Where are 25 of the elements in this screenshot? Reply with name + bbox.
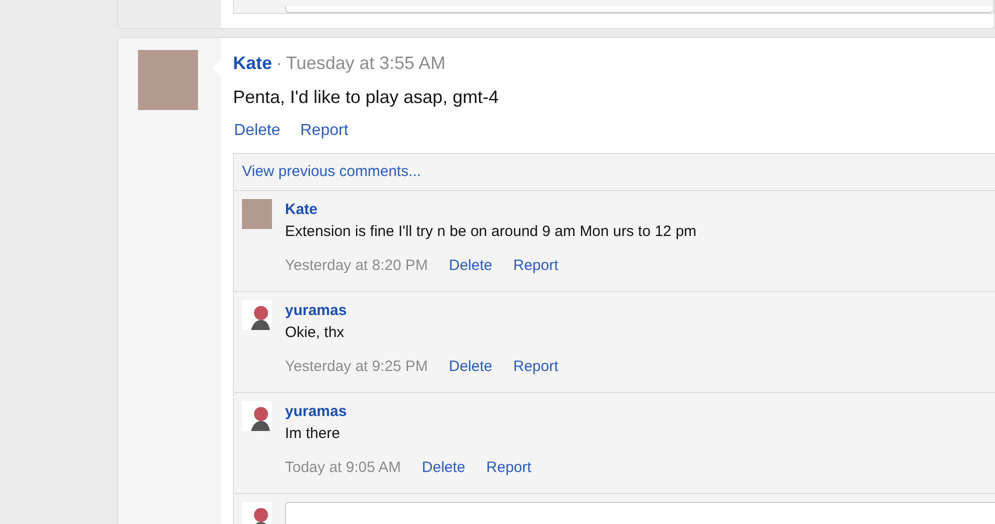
delete-link[interactable]: Delete bbox=[234, 120, 280, 142]
comment-time: Yesterday at 8:20 PM bbox=[285, 256, 428, 276]
comment-author[interactable]: Kate bbox=[285, 199, 696, 221]
comment-text: Extension is fine I'll try n be on around 9 am Mon urs to 12 pm bbox=[285, 222, 696, 242]
input-field[interactable] bbox=[285, 6, 993, 13]
comment-author[interactable]: yuramas bbox=[285, 300, 558, 322]
avatar[interactable] bbox=[242, 401, 272, 431]
report-link[interactable]: Report bbox=[300, 120, 348, 142]
avatar[interactable] bbox=[242, 300, 272, 330]
report-link[interactable]: Report bbox=[486, 457, 532, 479]
comment-time: Yesterday at 9:25 PM bbox=[285, 357, 428, 377]
delete-link[interactable]: Delete bbox=[448, 255, 492, 277]
report-link[interactable]: Report bbox=[513, 356, 558, 378]
comment-author[interactable]: yuramas bbox=[285, 401, 532, 423]
comment-text: Im there bbox=[285, 424, 342, 444]
comment-time: Today at 9:05 AM bbox=[285, 458, 401, 478]
delete-link[interactable]: Delete bbox=[448, 356, 492, 378]
view-previous-link[interactable]: View previous comments... bbox=[234, 154, 995, 191]
post-author[interactable]: Kate bbox=[233, 50, 272, 76]
post-time: Tuesday at 3:55 AM bbox=[286, 52, 446, 75]
post-text: Penta, I'd like to play asap, gmt-4 bbox=[233, 86, 500, 109]
comment-text: Okie, thx bbox=[285, 323, 346, 343]
separator-dot: · bbox=[276, 52, 282, 75]
delete-link[interactable]: Delete bbox=[422, 457, 466, 479]
report-link[interactable]: Report bbox=[513, 255, 558, 277]
